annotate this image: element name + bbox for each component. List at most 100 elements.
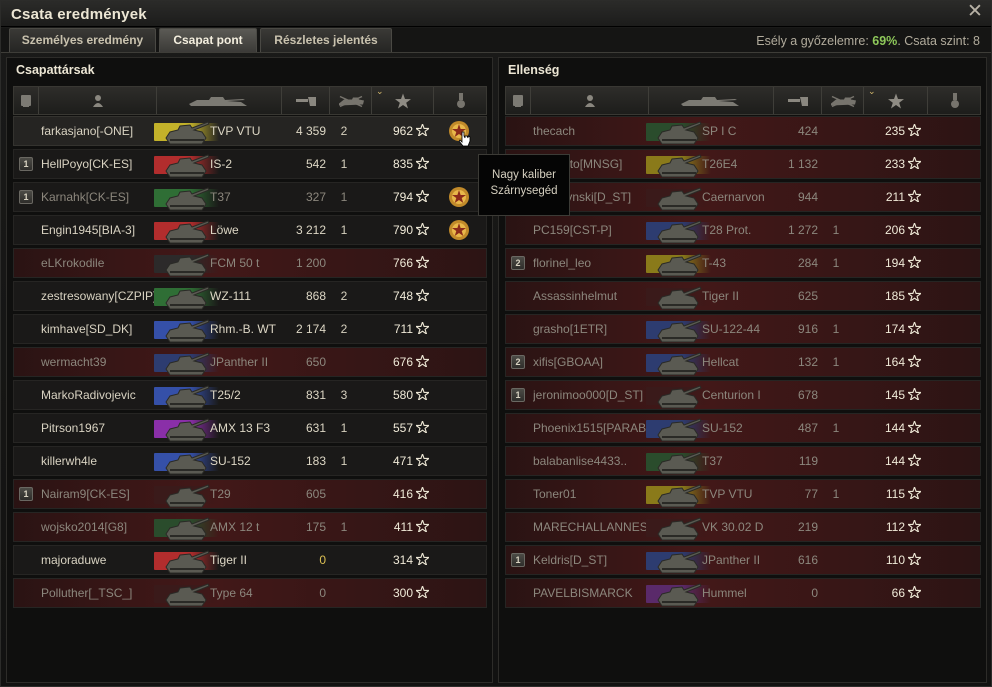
- player-name[interactable]: grasho[1ETR]: [533, 315, 651, 343]
- player-name[interactable]: Keldris[D_ST]: [533, 546, 651, 574]
- allies-col-xp-star[interactable]: ⌄: [372, 86, 434, 114]
- player-name[interactable]: MARECHALLANNES1: [533, 513, 651, 541]
- kills-value: 1: [832, 355, 840, 369]
- player-name[interactable]: Karnahk[CK-ES]: [41, 183, 159, 211]
- enemies-player-row[interactable]: MARECHALLANNES1 VK 30.02 D 219 112: [505, 512, 981, 542]
- allies-player-row[interactable]: 1 HellPoyo[CK-ES] IS-2 542 1 835: [13, 149, 487, 179]
- player-name[interactable]: balabanlise4433..: [533, 447, 651, 475]
- allies-player-row[interactable]: Polluther[_TSC_] Type 64 0 300: [13, 578, 487, 608]
- player-name[interactable]: Pitrson1967: [41, 414, 159, 442]
- tab-team-score[interactable]: Csapat pont: [159, 28, 257, 52]
- vehicle-name: SU-152: [702, 421, 743, 435]
- enemies-player-row[interactable]: Rybczynski[D_ST] Caernarvon 944 211: [505, 182, 981, 212]
- allies-player-row[interactable]: majoraduwe Tiger II 0 314: [13, 545, 487, 575]
- enemies-panel: Ellenség ⌄ thecach SP I C 424 235 Kolokoto[M…: [498, 57, 987, 683]
- damage-value: 625: [797, 289, 818, 303]
- enemies-col-squad[interactable]: [506, 87, 531, 114]
- player-name[interactable]: zestresowany[CZPIP]: [41, 282, 159, 310]
- enemies-col-kills[interactable]: [822, 87, 864, 114]
- allies-player-row[interactable]: 1 Karnahk[CK-ES] T37 327 1 794: [13, 182, 487, 212]
- player-name[interactable]: wojsko2014[G8]: [41, 513, 159, 541]
- enemies-player-row[interactable]: PC159[CST-P] T28 Prot. 1 272 1 206: [505, 215, 981, 245]
- enemies-player-row[interactable]: 1 jeronimoo000[D_ST] Centurion I 678 145: [505, 380, 981, 410]
- allies-player-row[interactable]: killerwh4le SU-152 183 1 471: [13, 446, 487, 476]
- allies-col-medal[interactable]: [434, 87, 488, 114]
- xp-star-icon: [414, 551, 431, 568]
- player-name[interactable]: kimhave[SD_DK]: [41, 315, 159, 343]
- vehicle-name: Hellcat: [702, 355, 739, 369]
- allies-player-row[interactable]: Pitrson1967 AMX 13 F3 631 1 557: [13, 413, 487, 443]
- allies-player-row[interactable]: wermacht39 JPanther II 650 676: [13, 347, 487, 377]
- enemies-player-row[interactable]: 2 xifis[GBOAA] Hellcat 132 1 164: [505, 347, 981, 377]
- allies-player-row[interactable]: wojsko2014[G8] AMX 12 t 175 1 411: [13, 512, 487, 542]
- allies-player-row[interactable]: 1 Nairam9[CK-ES] T29 605 416: [13, 479, 487, 509]
- xp-value: 580: [392, 388, 413, 402]
- medal-icon[interactable]: [447, 119, 471, 147]
- close-icon[interactable]: ✕: [966, 2, 984, 22]
- player-name[interactable]: Phoenix1515[PARAB]: [533, 414, 651, 442]
- player-name[interactable]: florinel_leo: [533, 249, 651, 277]
- player-name[interactable]: PAVELBISMARCK: [533, 579, 651, 607]
- xp-star-icon: [414, 320, 431, 337]
- enemies-player-row[interactable]: PAVELBISMARCK Hummel 0 66: [505, 578, 981, 608]
- enemies-player-row[interactable]: thecach SP I C 424 235: [505, 116, 981, 146]
- player-name[interactable]: majoraduwe: [41, 546, 159, 574]
- player-name[interactable]: Nairam9[CK-ES]: [41, 480, 159, 508]
- player-name[interactable]: wermacht39: [41, 348, 159, 376]
- enemies-col-player[interactable]: [531, 87, 649, 114]
- medal-icon[interactable]: [447, 185, 471, 212]
- allies-player-row[interactable]: zestresowany[CZPIP] WZ-111 868 2 748: [13, 281, 487, 311]
- player-name[interactable]: jeronimoo000[D_ST]: [533, 381, 651, 409]
- player-name[interactable]: eLKrokodile: [41, 249, 159, 277]
- damage-value: 916: [797, 322, 818, 336]
- player-name[interactable]: Toner01: [533, 480, 651, 508]
- player-name[interactable]: PC159[CST-P]: [533, 216, 651, 244]
- player-name[interactable]: Engin1945[BIA-3]: [41, 216, 159, 244]
- allies-player-row[interactable]: Engin1945[BIA-3] Löwe 3 212 1 790: [13, 215, 487, 245]
- tab-detailed-report[interactable]: Részletes jelentés: [260, 28, 392, 52]
- tank-icon: [164, 382, 210, 413]
- enemies-player-row[interactable]: Phoenix1515[PARAB] SU-152 487 1 144: [505, 413, 981, 443]
- enemies-player-row[interactable]: 2 florinel_leo T-43 284 1 194: [505, 248, 981, 278]
- player-name[interactable]: killerwh4le: [41, 447, 159, 475]
- xp-star-icon: [906, 419, 923, 436]
- medal-tooltip: Nagy kaliber Szárnysegéd: [478, 154, 570, 216]
- kills-value: 1: [832, 421, 840, 435]
- enemies-player-row[interactable]: Toner01 TVP VTU 77 1 115: [505, 479, 981, 509]
- vehicle-name: AMX 13 F3: [210, 421, 271, 435]
- enemies-player-row[interactable]: 1 Keldris[D_ST] JPanther II 616 110: [505, 545, 981, 575]
- xp-star-icon: [906, 518, 923, 535]
- enemies-col-medal[interactable]: [928, 87, 982, 114]
- player-name[interactable]: Polluther[_TSC_]: [41, 579, 159, 607]
- tab-personal-results[interactable]: Személyes eredmény: [9, 28, 156, 52]
- tank-icon: [656, 184, 702, 215]
- enemies-player-row[interactable]: balabanlise4433.. T37 119 144: [505, 446, 981, 476]
- allies-col-player[interactable]: [39, 87, 157, 114]
- enemies-player-row[interactable]: Assassinhelmut Tiger II 625 185: [505, 281, 981, 311]
- allies-player-row[interactable]: MarkoRadivojevic T25/2 831 3 580: [13, 380, 487, 410]
- enemies-player-row[interactable]: Kolokoto[MNSG] T26E4 1 132 233: [505, 149, 981, 179]
- medal-icon[interactable]: [447, 218, 471, 245]
- player-name[interactable]: MarkoRadivojevic: [41, 381, 159, 409]
- xp-value: 300: [392, 586, 413, 600]
- allies-player-row[interactable]: farkasjano[-ONE] TVP VTU 4 359 2 962: [13, 116, 487, 147]
- allies-col-kills[interactable]: [330, 87, 372, 114]
- enemies-player-row[interactable]: grasho[1ETR] SU-122-44 916 1 174: [505, 314, 981, 344]
- player-name[interactable]: farkasjano[-ONE]: [41, 117, 159, 145]
- player-name[interactable]: thecach: [533, 117, 651, 145]
- allies-col-damage[interactable]: [282, 87, 330, 114]
- enemies-col-vehicle[interactable]: [649, 87, 774, 114]
- vehicle-name: JPanther II: [702, 553, 761, 567]
- tank-icon: [164, 151, 210, 182]
- player-name[interactable]: Assassinhelmut: [533, 282, 651, 310]
- battle-results-window: Csata eredmények ✕ Személyes eredmény Cs…: [0, 0, 992, 687]
- enemies-col-xp-star[interactable]: ⌄: [864, 86, 928, 114]
- player-name[interactable]: HellPoyo[CK-ES]: [41, 150, 159, 178]
- allies-player-row[interactable]: eLKrokodile FCM 50 t 1 200 766: [13, 248, 487, 278]
- allies-col-vehicle[interactable]: [157, 87, 282, 114]
- enemies-col-damage[interactable]: [774, 87, 822, 114]
- allies-col-squad[interactable]: [14, 87, 39, 114]
- player-name[interactable]: xifis[GBOAA]: [533, 348, 651, 376]
- allies-column-header: ⌄: [13, 86, 487, 115]
- allies-player-row[interactable]: kimhave[SD_DK] Rhm.-B. WT 2 174 2 711: [13, 314, 487, 344]
